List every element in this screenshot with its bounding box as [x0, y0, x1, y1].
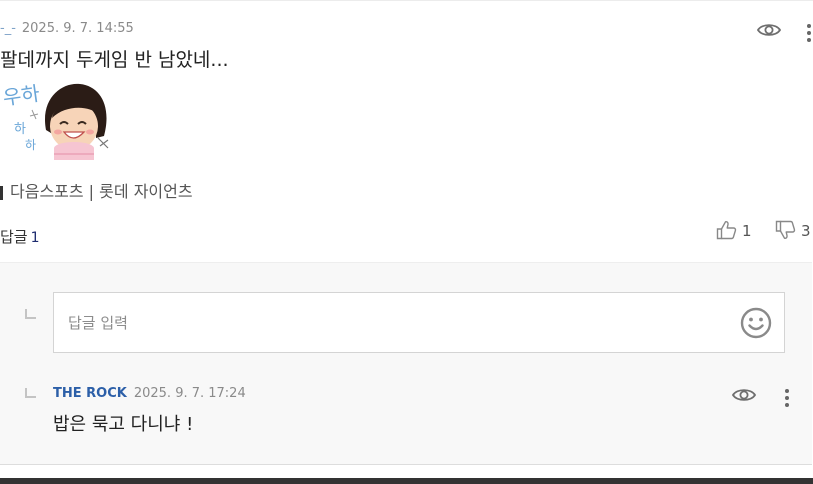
reply-section: THE ROCK 2025. 9. 7. 17:24 밥은 묵고 다니냐 ! [0, 262, 812, 465]
more-vertical-icon[interactable] [785, 389, 789, 410]
reply-corner-icon [25, 388, 36, 398]
tag-bar-marker [0, 186, 3, 200]
dislike-count: 3 [801, 222, 811, 240]
bottom-bar [0, 478, 813, 484]
smiley-icon[interactable] [740, 307, 772, 339]
more-vertical-icon[interactable] [807, 24, 811, 45]
reply-input-box[interactable] [53, 292, 785, 353]
eye-icon[interactable] [731, 387, 757, 407]
comment-text: 팔데까지 두게임 반 남았네... [0, 49, 229, 71]
reply-input[interactable] [68, 311, 668, 335]
eye-icon[interactable] [756, 22, 782, 42]
comment-timestamp: 2025. 9. 7. 14:55 [21, 21, 134, 36]
reply-timestamp: 2025. 9. 7. 17:24 [133, 386, 246, 401]
dislike-button[interactable]: 3 [775, 220, 811, 240]
reply-corner-icon [25, 309, 36, 319]
sticker-caption-3: 하 [25, 138, 36, 152]
like-count: 1 [742, 222, 752, 240]
comment-meta: -_- 2025. 9. 7. 14:55 [0, 21, 134, 36]
top-divider [0, 0, 813, 1]
comment-nickname[interactable]: -_- [0, 21, 16, 36]
category-tag-label: 다음스포츠 | 롯데 자이언츠 [10, 182, 193, 201]
sticker-image: 우하 하 하 [0, 78, 116, 166]
reply-label: 답글 [0, 228, 28, 246]
reply-text: 밥은 묵고 다니냐 ! [53, 414, 194, 435]
reply-toggle-button[interactable]: 답글 1 [0, 226, 40, 247]
thumbs-down-icon [775, 220, 796, 239]
reply-nickname[interactable]: THE ROCK [53, 386, 127, 401]
sticker-caption-1: 우하 [1, 81, 41, 110]
reply-meta: THE ROCK 2025. 9. 7. 17:24 [53, 386, 246, 401]
category-tag[interactable]: 다음스포츠 | 롯데 자이언츠 [0, 178, 193, 202]
reply-count: 1 [30, 230, 40, 246]
thumbs-up-icon [716, 221, 737, 240]
sticker-caption-2: 하 [14, 122, 26, 137]
like-button[interactable]: 1 [716, 220, 752, 240]
